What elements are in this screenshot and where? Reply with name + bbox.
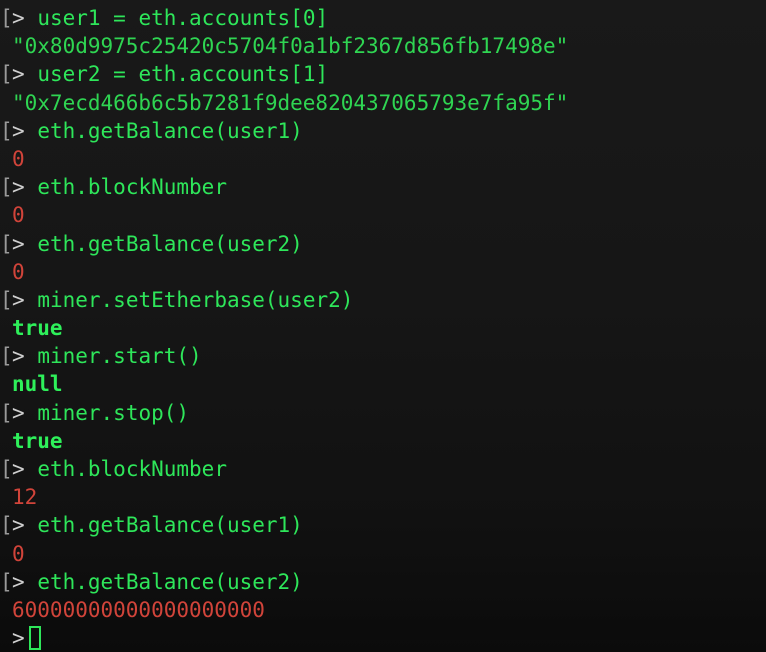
terminal-window[interactable]: [> user1 = eth.accounts[0] "0x80d9975c25… <box>0 0 766 652</box>
prompt-symbol: > <box>12 513 25 538</box>
line-bracket: [ <box>0 231 13 256</box>
output-line: 0 <box>0 258 766 286</box>
line-bracket: [ <box>0 457 13 481</box>
command-line: [> eth.getBalance(user2) <box>0 230 766 258</box>
prompt-symbol: > <box>12 457 25 481</box>
output-line: "0x80d9975c25420c5704f0a1bf2367d856fb174… <box>0 32 766 60</box>
command-line: [> eth.getBalance(user1) <box>0 511 766 539</box>
prompt-symbol: > <box>12 400 25 425</box>
command-line: [> eth.blockNumber <box>0 455 766 483</box>
command-text: user2 = eth.accounts[1] <box>37 62 329 87</box>
output-text: 0 <box>12 203 25 228</box>
output-line: "0x7ecd466b6c5b7281f9dee820437065793e7fa… <box>0 89 766 117</box>
output-line: 0 <box>0 201 766 229</box>
command-text: miner.setEtherbase(user2) <box>37 287 354 312</box>
output-text: 0 <box>12 259 25 284</box>
output-text: "0x80d9975c25420c5704f0a1bf2367d856fb174… <box>12 34 569 59</box>
command-text: user1 = eth.accounts[0] <box>37 6 329 30</box>
command-text: miner.start() <box>37 344 202 369</box>
output-line: true <box>0 427 766 455</box>
prompt-symbol: > <box>12 231 25 256</box>
command-line: [> eth.getBalance(user1) <box>0 117 766 145</box>
prompt-symbol: > <box>12 626 25 651</box>
command-line: [> user1 = eth.accounts[0] <box>0 4 766 32</box>
line-bracket: [ <box>0 175 13 200</box>
prompt-symbol: > <box>12 175 25 200</box>
line-bracket: [ <box>0 62 13 87</box>
output-text: 12 <box>12 485 38 510</box>
line-bracket: [ <box>0 118 13 143</box>
output-text: true <box>12 428 63 453</box>
output-text: null <box>12 372 63 397</box>
command-text: eth.getBalance(user2) <box>37 231 303 256</box>
command-line: [> eth.blockNumber <box>0 173 766 201</box>
command-text: miner.stop() <box>37 400 190 425</box>
output-line: null <box>0 370 766 398</box>
command-text: eth.blockNumber <box>37 175 227 200</box>
command-line: [> miner.setEtherbase(user2) <box>0 286 766 314</box>
command-text: eth.getBalance(user2) <box>37 569 303 594</box>
output-text: true <box>12 316 63 341</box>
line-bracket: [ <box>0 400 13 425</box>
command-text: eth.getBalance(user1) <box>37 118 303 143</box>
output-line: 12 <box>0 483 766 511</box>
output-line: 60000000000000000000 <box>0 596 766 624</box>
prompt-symbol: > <box>12 287 25 312</box>
output-text: "0x7ecd466b6c5b7281f9dee820437065793e7fa… <box>12 90 569 115</box>
cursor-icon <box>28 626 41 651</box>
output-text: 0 <box>12 541 25 566</box>
prompt-symbol: > <box>12 62 25 87</box>
command-text: eth.getBalance(user1) <box>37 513 303 538</box>
line-bracket: [ <box>0 569 13 594</box>
output-line: true <box>0 314 766 342</box>
prompt-symbol: > <box>12 6 25 30</box>
command-text: eth.blockNumber <box>37 457 227 481</box>
line-bracket: [ <box>0 344 13 369</box>
command-line: [> eth.getBalance(user2) <box>0 568 766 596</box>
output-text: 0 <box>12 146 25 171</box>
prompt-symbol: > <box>12 344 25 369</box>
line-bracket: [ <box>0 287 13 312</box>
output-line: 0 <box>0 145 766 173</box>
line-bracket: [ <box>0 6 13 30</box>
prompt-symbol: > <box>12 118 25 143</box>
command-line: [> miner.start() <box>0 342 766 370</box>
output-text: 60000000000000000000 <box>12 597 265 622</box>
output-line: 0 <box>0 540 766 568</box>
command-line: [> user2 = eth.accounts[1] <box>0 60 766 88</box>
prompt-symbol: > <box>12 569 25 594</box>
active-prompt-line[interactable]: > <box>0 624 766 652</box>
line-bracket: [ <box>0 513 13 538</box>
command-line: [> miner.stop() <box>0 399 766 427</box>
